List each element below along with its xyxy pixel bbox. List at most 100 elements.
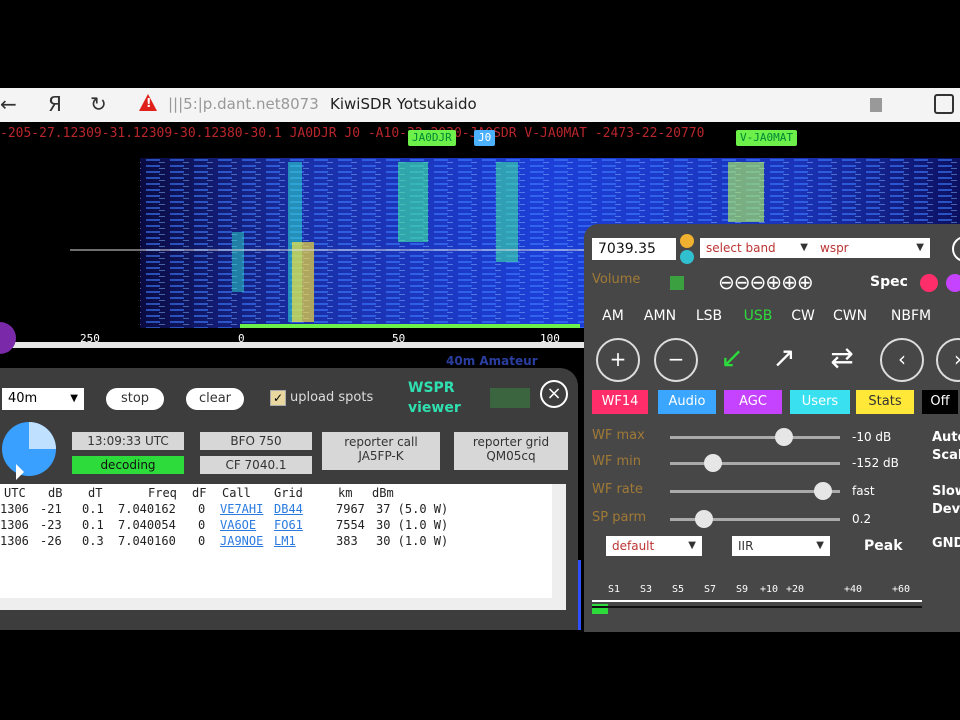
step-left-icon[interactable]: ‹ xyxy=(880,338,924,382)
zoom-out-max-icon[interactable]: ⊖ xyxy=(718,270,735,294)
mute-icon[interactable] xyxy=(670,276,684,290)
zoom-in-max-icon[interactable]: ⊕ xyxy=(797,270,814,294)
zoom-out-step-icon[interactable]: ⊖ xyxy=(750,270,767,294)
freq-up-icon[interactable] xyxy=(680,234,694,248)
peak-button[interactable]: Peak xyxy=(864,538,903,554)
off-button[interactable]: Off xyxy=(922,390,958,414)
page-title: KiwiSDR Yotsukaido xyxy=(330,95,477,113)
slider-track[interactable] xyxy=(670,462,840,465)
upload-checkbox[interactable]: ✓ xyxy=(270,390,286,406)
signal-trace xyxy=(728,162,764,222)
cell-km: 7967 xyxy=(336,502,365,516)
shrink-arrows-icon[interactable]: ↙ xyxy=(712,338,752,378)
cell-dt: 0.1 xyxy=(82,502,104,516)
cycle-pie-icon xyxy=(2,422,56,476)
auto-label[interactable]: Auto xyxy=(932,430,960,445)
stop-button[interactable]: stop xyxy=(106,388,164,410)
chevron-down-icon: ▼ xyxy=(916,242,924,253)
col-header: dB xyxy=(48,486,63,500)
audio-button[interactable]: Audio xyxy=(658,390,716,414)
spot-tag[interactable]: V-JA0MAT xyxy=(736,130,797,146)
back-icon[interactable]: ← xyxy=(0,92,17,116)
slider-knob[interactable] xyxy=(703,454,722,472)
extension-icon[interactable] xyxy=(934,94,954,114)
zoom-in-step-icon[interactable]: ⊕ xyxy=(765,270,782,294)
url-text[interactable]: |||5:|p.dant.net8073 xyxy=(168,95,319,113)
zoom-in-icon[interactable]: + xyxy=(596,338,640,382)
wspr-band-select[interactable]: 40m ▼ xyxy=(2,388,84,410)
agc-button[interactable]: AGC xyxy=(724,390,782,414)
chevron-down-icon: ▼ xyxy=(688,540,696,551)
zoom-buttons[interactable]: ⊖⊖⊖⊕⊕⊕ xyxy=(718,270,814,294)
scale-label[interactable]: Scale xyxy=(932,448,960,463)
zoom-out-icon[interactable]: − xyxy=(654,338,698,382)
slow-label[interactable]: Slow xyxy=(932,484,960,499)
col-header: km xyxy=(338,486,353,500)
slider-track[interactable] xyxy=(670,436,840,439)
grid-link[interactable]: DB44 xyxy=(274,502,303,516)
call-link[interactable]: VA6OE xyxy=(220,518,256,532)
close-icon[interactable]: × xyxy=(540,380,568,408)
mode-lsb[interactable]: LSB xyxy=(690,306,728,326)
table-hscrollbar[interactable] xyxy=(0,598,566,610)
grid-link[interactable]: FO61 xyxy=(274,518,303,532)
cell-dbm: 30 (1.0 W) xyxy=(376,534,449,548)
col-header: dT xyxy=(88,486,103,500)
step-right-icon[interactable]: › xyxy=(936,338,960,382)
reporter-call[interactable]: reporter call JA5FP-K xyxy=(322,432,440,470)
zoom-out-icon[interactable]: ⊖ xyxy=(734,270,751,294)
s-tick: S5 xyxy=(672,584,685,595)
freq-down-icon[interactable] xyxy=(680,250,694,264)
mouse-cursor-icon xyxy=(16,464,24,480)
s-tick: +10 xyxy=(760,584,779,595)
zoom-in-icon[interactable]: ⊕ xyxy=(781,270,798,294)
mode-cwn[interactable]: CWN xyxy=(828,306,872,326)
iir-select[interactable]: IIR ▼ xyxy=(732,536,830,556)
slider-knob[interactable] xyxy=(814,482,832,500)
users-button[interactable]: Users xyxy=(790,390,850,414)
band-select-value: select band xyxy=(706,241,776,255)
bookmark-icon[interactable] xyxy=(870,98,882,112)
frequency-input[interactable]: 7039.35 xyxy=(592,238,676,260)
s-tick: S9 xyxy=(736,584,749,595)
col-header: dF xyxy=(192,486,207,500)
mode-amn[interactable]: AMN xyxy=(640,306,680,326)
gnd-label[interactable]: GND xyxy=(932,536,960,551)
cell-freq: 7.040162 xyxy=(118,502,176,516)
spec-button[interactable]: Spec xyxy=(870,274,908,290)
default-select[interactable]: default ▼ xyxy=(606,536,702,556)
bfo-value: BFO 750 xyxy=(200,432,312,450)
band-select[interactable]: select band ▼ xyxy=(700,238,814,258)
call-link[interactable]: JA9NOE xyxy=(220,534,263,548)
slider-knob[interactable] xyxy=(774,428,793,446)
table-scrollbar[interactable] xyxy=(552,484,566,610)
mode-usb[interactable]: USB xyxy=(738,306,778,326)
slider-knob[interactable] xyxy=(695,510,713,528)
default-select-value: default xyxy=(612,539,655,553)
spot-tag[interactable]: J0 xyxy=(474,130,496,146)
reload-icon[interactable]: ↻ xyxy=(90,92,107,116)
mode-nbfm[interactable]: NBFM xyxy=(884,306,938,326)
circle-button-icon[interactable] xyxy=(952,236,960,262)
dev-label[interactable]: Dev xyxy=(932,502,960,517)
scale-label: 0 xyxy=(238,332,245,345)
yandex-icon[interactable]: Я xyxy=(48,92,62,116)
stats-button[interactable]: Stats xyxy=(856,390,914,414)
cell-freq: 7.040160 xyxy=(118,534,176,548)
call-link[interactable]: VE7AHI xyxy=(220,502,263,516)
extension-select[interactable]: wspr ▼ xyxy=(814,238,930,258)
spot-table[interactable]: UTC dB dT Freq dF Call Grid km dBm 1306 … xyxy=(0,484,566,610)
swap-arrows-icon[interactable]: ⇄ xyxy=(820,338,864,378)
grid-link[interactable]: LM1 xyxy=(274,534,296,548)
expand-arrows-icon[interactable]: ↗ xyxy=(764,338,804,378)
spot-tag[interactable]: JA0DJR xyxy=(408,130,456,146)
clear-button[interactable]: clear xyxy=(186,388,244,410)
reporter-grid[interactable]: reporter grid QM05cq xyxy=(454,432,568,470)
cf-value: CF 7040.1 xyxy=(200,456,312,474)
control-panel: 7039.35 select band ▼ wspr ▼ Volume ⊖⊖⊖⊕… xyxy=(584,224,960,632)
wf14-button[interactable]: WF14 xyxy=(592,390,648,414)
mode-cw[interactable]: CW xyxy=(788,306,818,326)
cell-df: 0 xyxy=(198,502,206,516)
mode-am[interactable]: AM xyxy=(596,306,630,326)
slider-value: fast xyxy=(852,484,875,498)
